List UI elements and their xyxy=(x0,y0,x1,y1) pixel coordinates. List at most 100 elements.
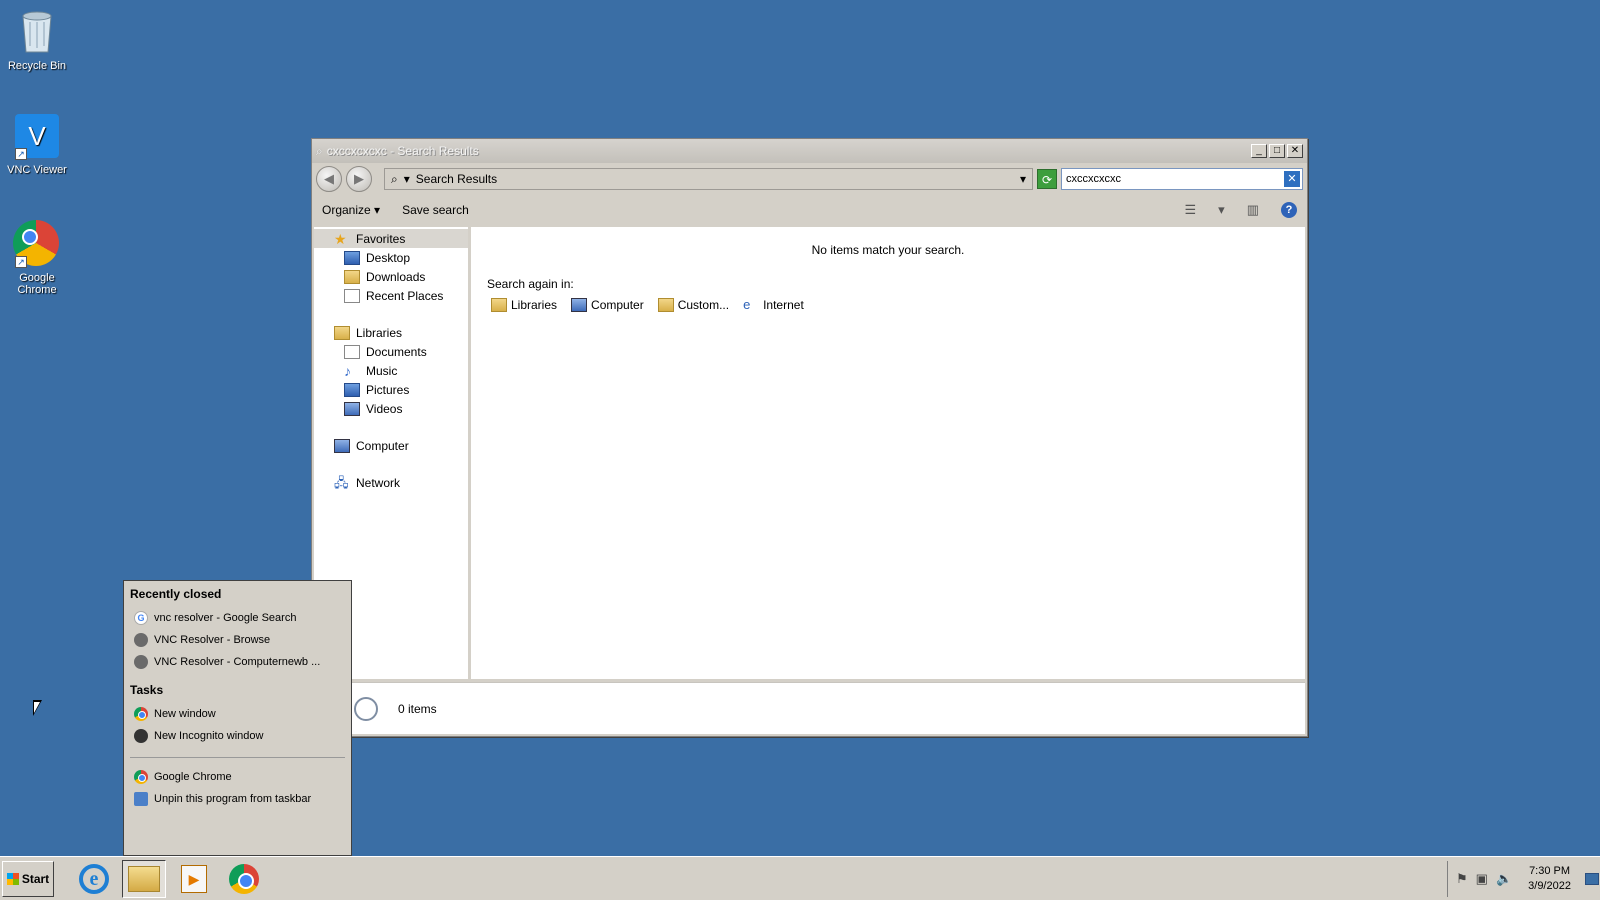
nav-item-music[interactable]: ♪ Music xyxy=(314,361,468,380)
search-icon: ⌕ xyxy=(316,143,323,158)
command-bar: Organize ▾ Save search ☰ ▾ ▥ ? xyxy=(312,195,1307,225)
minimize-button[interactable]: _ xyxy=(1251,144,1267,158)
jump-item-unpin[interactable]: Unpin this program from taskbar xyxy=(130,788,345,810)
nav-item-favorites[interactable]: ★ Favorites xyxy=(314,229,468,248)
taskbar-media-player[interactable]: ▶ xyxy=(172,860,216,898)
nav-item-documents[interactable]: Documents xyxy=(314,342,468,361)
clear-search-icon[interactable]: ✕ xyxy=(1284,171,1300,187)
shortcut-arrow-icon: ↗ xyxy=(15,256,27,268)
search-again-label: Search again in: xyxy=(487,277,574,291)
chrome-jump-list: Recently closed G vnc resolver - Google … xyxy=(123,580,352,856)
vnc-resolver-icon xyxy=(134,633,148,647)
search-again-internet[interactable]: e Internet xyxy=(743,297,804,313)
chrome-icon xyxy=(134,770,148,784)
vnc-viewer-icon: V ↗ xyxy=(13,112,61,160)
clock-date: 3/9/2022 xyxy=(1528,880,1571,892)
jump-item-open-chrome[interactable]: Google Chrome xyxy=(130,766,345,788)
taskbar-google-chrome[interactable] xyxy=(222,860,266,898)
libraries-icon xyxy=(491,298,507,312)
system-tray: ⚑ ▣ 🔈 7:30 PM 3/9/2022 xyxy=(1447,861,1600,897)
desktop-icon xyxy=(344,250,360,265)
documents-icon xyxy=(344,344,360,359)
action-center-flag-icon[interactable]: ⚑ xyxy=(1456,871,1468,887)
star-icon: ★ xyxy=(334,230,347,247)
windows-logo-icon xyxy=(6,872,19,885)
view-options-icon[interactable]: ☰ xyxy=(1185,202,1197,218)
internet-explorer-icon: e xyxy=(743,297,751,312)
chevron-down-icon[interactable]: ▾ xyxy=(404,172,410,186)
mouse-cursor-icon xyxy=(33,700,42,716)
network-icon[interactable]: ▣ xyxy=(1476,871,1488,887)
tasks-heading: Tasks xyxy=(130,683,164,697)
refresh-button[interactable]: ⟳ xyxy=(1037,169,1057,189)
back-button[interactable]: ◀ xyxy=(316,166,342,192)
item-count: 0 items xyxy=(398,701,437,716)
nav-item-downloads[interactable]: Downloads xyxy=(314,267,468,286)
desktop-icon-label: Google Chrome xyxy=(17,272,57,296)
address-dropdown-icon[interactable]: ▾ xyxy=(1020,172,1026,186)
no-results-message: No items match your search. xyxy=(811,243,965,257)
volume-icon[interactable]: 🔈 xyxy=(1496,871,1512,887)
search-again-computer[interactable]: Computer xyxy=(571,298,644,312)
clock[interactable]: 7:30 PM 3/9/2022 xyxy=(1528,864,1571,894)
jump-item-new-incognito-window[interactable]: New Incognito window xyxy=(130,725,345,747)
forward-button[interactable]: ▶ xyxy=(346,166,372,192)
computer-icon xyxy=(571,298,588,312)
jump-item-recent[interactable]: VNC Resolver - Computernewb ... xyxy=(130,651,345,673)
jump-item-recent[interactable]: G vnc resolver - Google Search xyxy=(130,607,345,629)
taskbar: Start e ▶ ⚑ ▣ 🔈 7:30 PM 3/9/2022 xyxy=(0,856,1600,900)
videos-icon xyxy=(344,401,360,416)
preview-pane-icon[interactable]: ▥ xyxy=(1247,202,1259,218)
folder-icon xyxy=(128,865,160,892)
taskbar-internet-explorer[interactable]: e xyxy=(72,860,116,898)
desktop-icon-vnc-viewer[interactable]: V ↗ VNC Viewer xyxy=(4,112,70,176)
jump-list-divider xyxy=(130,757,345,758)
search-input[interactable] xyxy=(1066,173,1284,185)
desktop-icon-recycle-bin[interactable]: Recycle Bin xyxy=(4,8,70,72)
show-desktop-button[interactable] xyxy=(1584,873,1599,885)
jump-item-new-window[interactable]: New window xyxy=(130,703,345,725)
taskbar-windows-explorer[interactable] xyxy=(122,859,166,898)
search-status-icon xyxy=(354,696,378,721)
search-again-libraries[interactable]: Libraries xyxy=(491,298,557,312)
chrome-icon xyxy=(134,707,148,721)
chevron-down-icon[interactable]: ▾ xyxy=(1218,202,1225,218)
nav-item-videos[interactable]: Videos xyxy=(314,399,468,418)
nav-item-pictures[interactable]: Pictures xyxy=(314,380,468,399)
help-icon[interactable]: ? xyxy=(1281,202,1297,218)
libraries-icon xyxy=(334,325,350,340)
save-search-button[interactable]: Save search xyxy=(402,203,469,217)
internet-explorer-icon: e xyxy=(79,863,109,894)
nav-item-libraries[interactable]: Libraries xyxy=(314,323,468,342)
search-box[interactable]: ✕ xyxy=(1061,168,1303,190)
clock-time: 7:30 PM xyxy=(1529,865,1571,877)
custom-folder-icon xyxy=(657,298,674,312)
chrome-icon: ↗ xyxy=(13,220,61,268)
window-body: ★ Favorites Desktop Downloads Recent Pla… xyxy=(314,227,1305,679)
close-button[interactable]: ✕ xyxy=(1287,144,1303,158)
start-button[interactable]: Start xyxy=(2,860,54,897)
recently-closed-heading: Recently closed xyxy=(130,587,222,601)
jump-item-recent[interactable]: VNC Resolver - Browse xyxy=(130,629,345,651)
search-icon: ⌕ xyxy=(391,171,398,186)
media-player-icon: ▶ xyxy=(181,864,207,893)
pictures-icon xyxy=(344,382,360,397)
desktop-icon-google-chrome[interactable]: ↗ Google Chrome xyxy=(4,220,70,296)
status-bar: 0 items xyxy=(314,682,1305,734)
nav-item-desktop[interactable]: Desktop xyxy=(314,248,468,267)
vnc-resolver-icon xyxy=(134,655,148,669)
address-field[interactable]: ⌕ ▾ Search Results ▾ xyxy=(384,168,1033,190)
address-path[interactable]: Search Results xyxy=(416,172,1014,186)
desktop-icon-label: Recycle Bin xyxy=(7,60,67,72)
nav-item-recent-places[interactable]: Recent Places xyxy=(314,286,468,305)
organize-button[interactable]: Organize ▾ xyxy=(322,203,380,217)
nav-item-network[interactable]: 🖧 Network xyxy=(314,473,468,492)
shortcut-arrow-icon: ↗ xyxy=(15,148,27,160)
computer-icon xyxy=(334,438,350,453)
maximize-button[interactable]: □ xyxy=(1269,144,1285,158)
search-again-custom[interactable]: Custom... xyxy=(657,298,729,312)
window-title: cxccxcxcxc - Search Results xyxy=(326,144,479,158)
nav-item-computer[interactable]: Computer xyxy=(314,436,468,455)
recent-places-icon xyxy=(344,288,360,303)
window-titlebar[interactable]: ⌕ cxccxcxcxc - Search Results _ □ ✕ xyxy=(312,139,1307,163)
